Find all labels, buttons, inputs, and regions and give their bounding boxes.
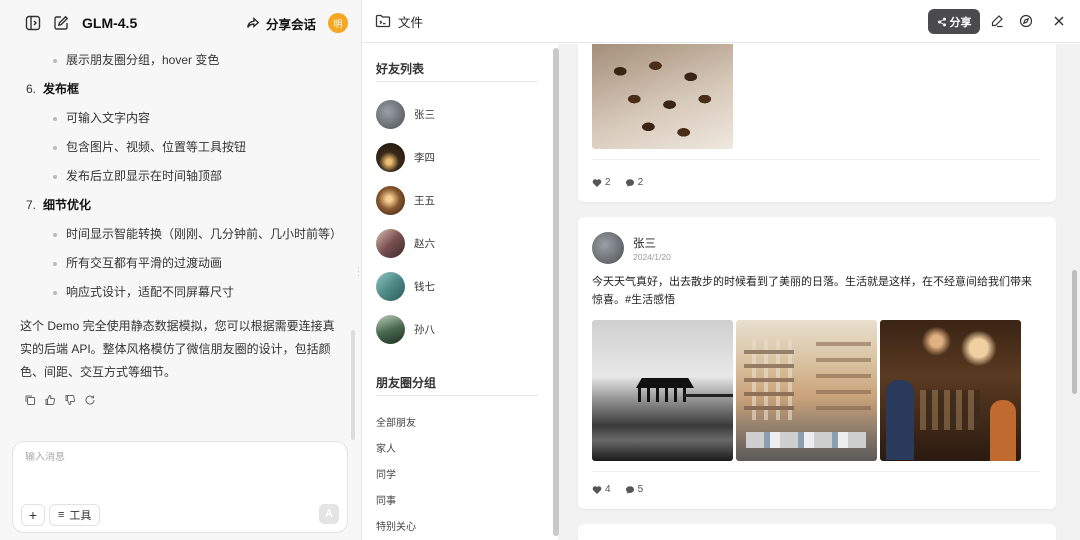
post-card bbox=[578, 524, 1056, 540]
comment-count[interactable]: 5 bbox=[625, 484, 643, 495]
pier-photo[interactable] bbox=[592, 320, 733, 461]
share-file-button[interactable]: 分享 bbox=[928, 9, 980, 34]
summary-paragraph: 这个 Demo 完全使用静态数据模拟，您可以根据需要连接真实的后端 API。整体… bbox=[20, 319, 335, 379]
list-heading: 7. 细节优化 bbox=[26, 198, 92, 212]
list-item: 所有交互都有平滑的过渡动画 bbox=[20, 249, 342, 278]
friend-avatar bbox=[376, 271, 405, 301]
group-item[interactable]: 全部朋友 bbox=[376, 414, 416, 429]
moments-feed: 2 2 张三 2024/1/20 今天天气真好，出去散步的时候看到了美丽的日落。… bbox=[558, 44, 1080, 540]
friend-item[interactable]: 钱七 bbox=[376, 271, 435, 301]
folder-terminal-icon bbox=[374, 12, 392, 30]
like-count[interactable]: 4 bbox=[592, 484, 611, 495]
friend-name: 李四 bbox=[414, 151, 435, 164]
group-item[interactable]: 同学 bbox=[376, 466, 396, 481]
tools-label: 工具 bbox=[69, 510, 92, 522]
thumbs-down-icon[interactable] bbox=[64, 394, 76, 409]
friend-avatar bbox=[376, 228, 405, 258]
friend-name: 赵六 bbox=[414, 237, 435, 250]
divider bbox=[376, 395, 538, 396]
chat-message: 展示朋友圈分组，hover 变色 6. 发布框 可输入文字内容 包含图片、视频、位… bbox=[20, 46, 342, 409]
list-item: 可输入文字内容 bbox=[20, 104, 342, 133]
chat-panel: GLM-4.5 分享会话 明 展示朋友圈分组，hover 变色 6. 发布框 可输… bbox=[0, 0, 362, 540]
post-timestamp: 2024/1/20 bbox=[633, 252, 671, 262]
share-chat-label: 分享会话 bbox=[265, 17, 316, 32]
model-name[interactable]: GLM-4.5 bbox=[82, 15, 137, 31]
message-composer: + ≡ 工具 A bbox=[12, 441, 348, 533]
share-chat-button[interactable]: 分享会话 bbox=[246, 14, 316, 33]
friend-item[interactable]: 王五 bbox=[376, 185, 435, 215]
share-arrow-icon bbox=[247, 17, 260, 28]
chat-scrollbar[interactable] bbox=[351, 330, 355, 440]
feed-scrollbar[interactable] bbox=[1072, 270, 1077, 394]
copy-icon[interactable] bbox=[24, 394, 36, 409]
message-input[interactable] bbox=[25, 452, 325, 463]
post-card: 张三 2024/1/20 今天天气真好，出去散步的时候看到了美丽的日落。生活就是… bbox=[578, 217, 1056, 509]
list-heading: 6. 发布框 bbox=[26, 82, 80, 96]
friend-name: 王五 bbox=[414, 194, 435, 207]
share-nodes-icon bbox=[937, 17, 946, 26]
share-file-label: 分享 bbox=[949, 16, 972, 29]
post-card: 2 2 bbox=[578, 44, 1056, 202]
divider bbox=[592, 159, 1040, 160]
regenerate-icon[interactable] bbox=[84, 394, 96, 409]
group-item[interactable]: 家人 bbox=[376, 440, 396, 455]
friend-avatar bbox=[376, 99, 405, 129]
friends-sidebar: 好友列表 张三 李四 王五 赵六 钱七 孙八 朋友圈分组 全部朋友 家人 同学 … bbox=[362, 44, 559, 540]
file-panel-title: 文件 bbox=[398, 15, 424, 30]
friend-item[interactable]: 张三 bbox=[376, 99, 435, 129]
heart-icon bbox=[592, 178, 602, 187]
divider bbox=[592, 471, 1040, 472]
friends-list-title: 好友列表 bbox=[376, 62, 425, 76]
groups-title: 朋友圈分组 bbox=[376, 376, 437, 390]
chat-header: GLM-4.5 分享会话 明 bbox=[0, 0, 362, 46]
close-icon[interactable] bbox=[1051, 13, 1067, 29]
compass-icon[interactable] bbox=[1018, 13, 1034, 29]
restaurant-photo[interactable] bbox=[880, 320, 1021, 461]
friend-avatar bbox=[376, 185, 405, 215]
post-stats: 4 5 bbox=[592, 484, 643, 495]
street-photo[interactable] bbox=[736, 320, 877, 461]
friend-item[interactable]: 赵六 bbox=[376, 228, 435, 258]
resize-handle[interactable]: · · · bbox=[357, 264, 360, 280]
like-count[interactable]: 2 bbox=[592, 177, 611, 188]
post-author-avatar[interactable] bbox=[592, 232, 624, 264]
edit-icon[interactable] bbox=[989, 13, 1005, 29]
user-avatar[interactable]: 明 bbox=[328, 13, 348, 33]
list-item: 响应式设计，适配不同屏幕尺寸 bbox=[20, 278, 342, 307]
list-item: 时间显示智能转换（刚刚、几分钟前、几小时前等） bbox=[20, 220, 342, 249]
list-item: 展示朋友圈分组，hover 变色 bbox=[20, 46, 342, 75]
friend-item[interactable]: 李四 bbox=[376, 142, 435, 172]
post-text: 今天天气真好，出去散步的时候看到了美丽的日落。生活就是这样，在不经意间给我们带来… bbox=[592, 276, 1032, 306]
heart-icon bbox=[592, 485, 602, 494]
send-button[interactable]: A bbox=[319, 504, 339, 524]
file-preview: 好友列表 张三 李四 王五 赵六 钱七 孙八 朋友圈分组 全部朋友 家人 同学 … bbox=[362, 44, 1080, 540]
friend-avatar bbox=[376, 314, 405, 344]
list-item: 发布后立即显示在时间轴顶部 bbox=[20, 162, 342, 191]
friend-item[interactable]: 孙八 bbox=[376, 314, 435, 344]
list-item: 包含图片、视频、位置等工具按钮 bbox=[20, 133, 342, 162]
friend-name: 钱七 bbox=[414, 280, 435, 293]
friend-avatar bbox=[376, 142, 405, 172]
friend-name: 孙八 bbox=[414, 323, 435, 336]
add-attachment-button[interactable]: + bbox=[21, 504, 45, 526]
post-stats: 2 2 bbox=[592, 177, 643, 188]
tools-button[interactable]: ≡ 工具 bbox=[49, 504, 101, 526]
sidebar-toggle-icon[interactable] bbox=[24, 14, 42, 32]
menu-lines-icon: ≡ bbox=[58, 509, 65, 521]
group-item[interactable]: 同事 bbox=[376, 492, 396, 507]
group-item[interactable]: 特别关心 bbox=[376, 518, 416, 533]
comment-icon bbox=[625, 485, 634, 494]
post-author-name[interactable]: 张三 bbox=[633, 235, 656, 251]
divider bbox=[376, 81, 538, 82]
new-chat-icon[interactable] bbox=[52, 14, 70, 32]
friend-name: 张三 bbox=[414, 108, 435, 121]
thumbs-up-icon[interactable] bbox=[44, 394, 56, 409]
comment-icon bbox=[625, 178, 634, 187]
message-actions bbox=[20, 394, 342, 409]
comment-count[interactable]: 2 bbox=[625, 177, 643, 188]
coffee-beans-photo[interactable] bbox=[592, 44, 733, 149]
